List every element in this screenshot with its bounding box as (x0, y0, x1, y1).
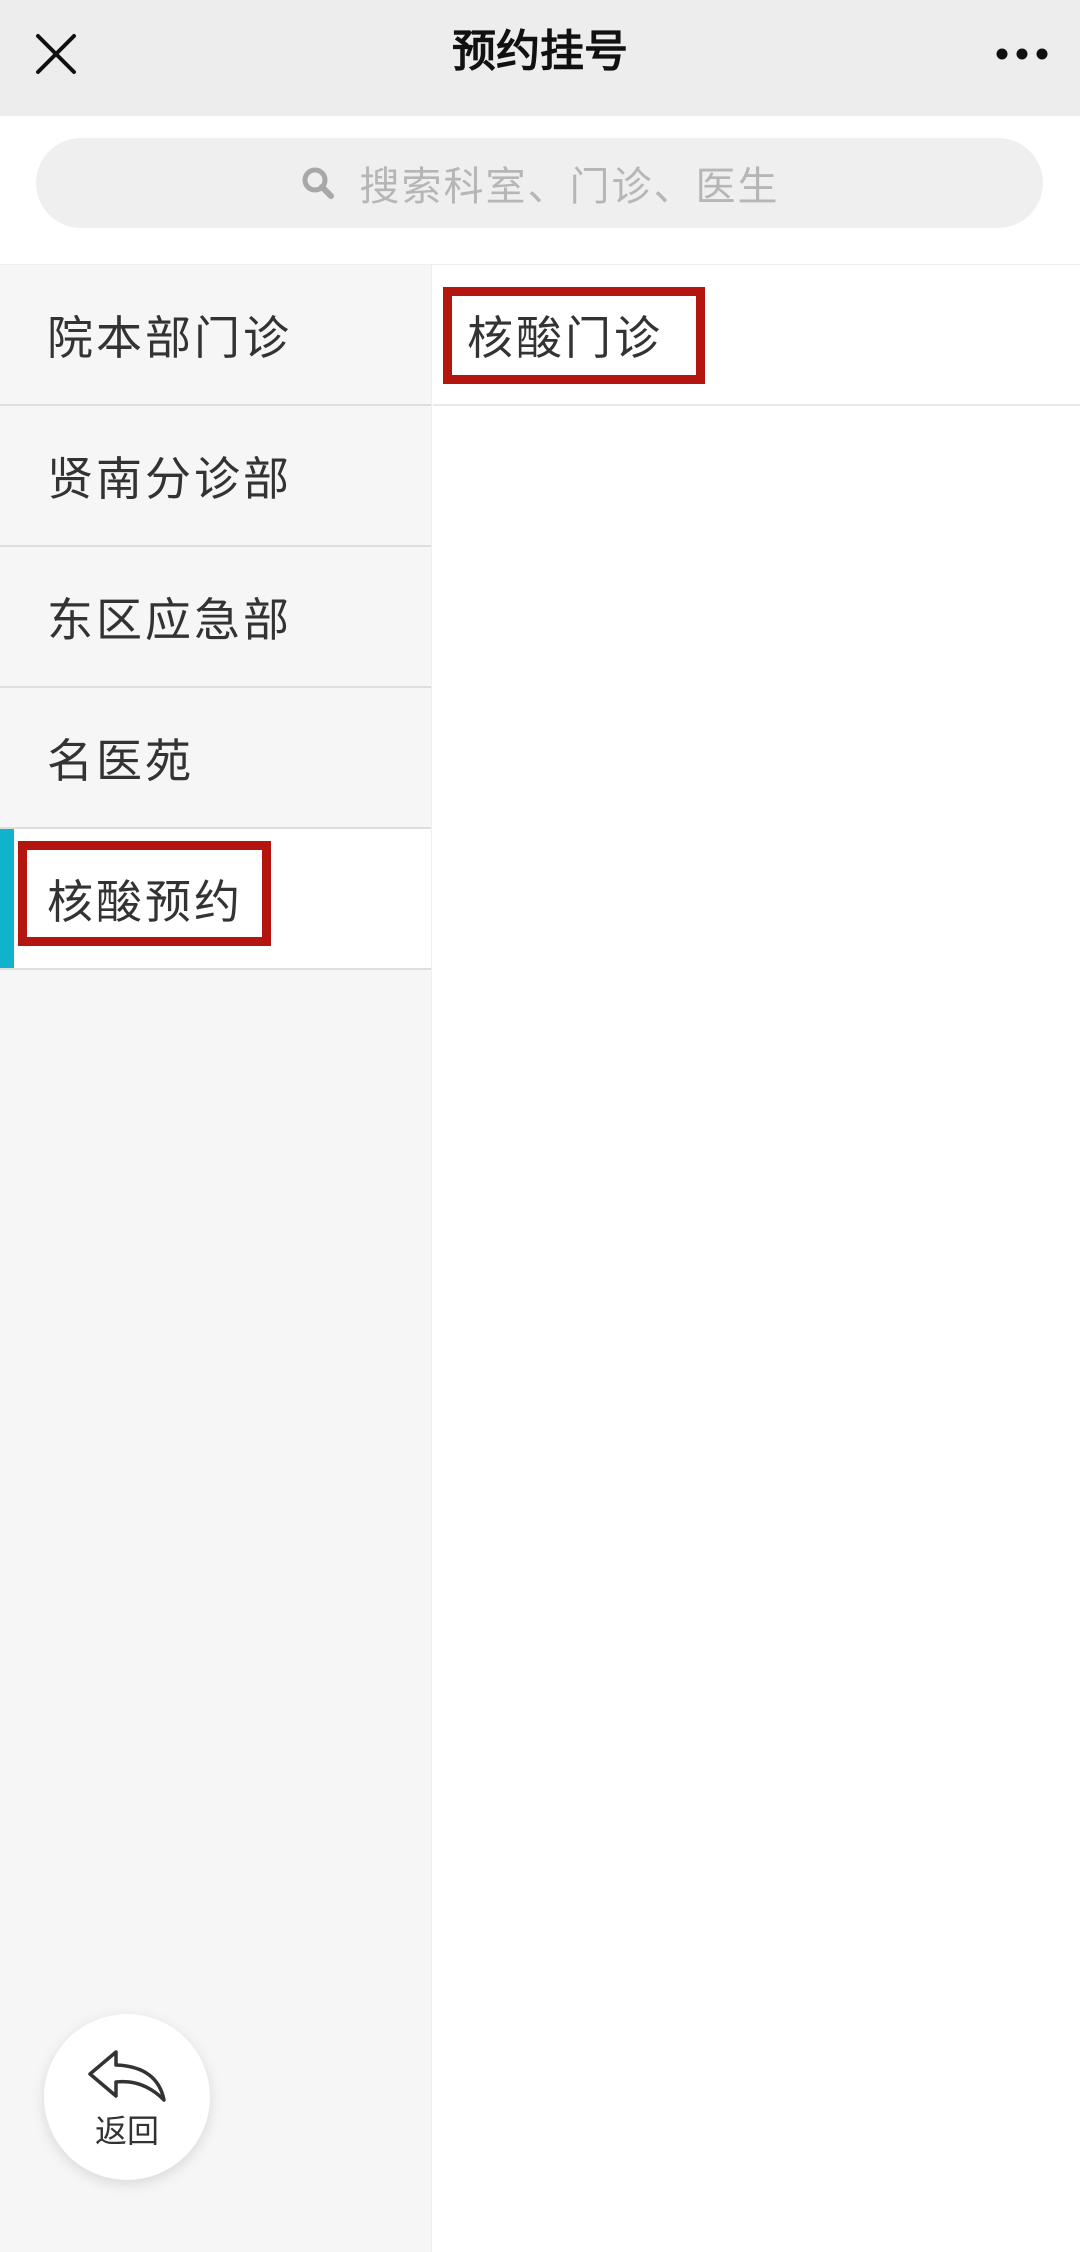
page-title: 预约挂号 (452, 26, 628, 77)
back-label: 返回 (94, 2112, 159, 2150)
close-button[interactable] (22, 20, 90, 88)
content-area: 院本部门诊 贤南分诊部 东区应急部 名医苑 核酸预约 核酸门诊 (0, 264, 1080, 2252)
search-icon (300, 165, 336, 201)
back-arrow-icon (88, 2050, 166, 2102)
list-item-label: 核酸门诊 (467, 310, 663, 365)
more-button[interactable] (984, 20, 1060, 88)
sidebar-item-xiannan-branch[interactable]: 贤南分诊部 (0, 406, 431, 547)
divider (479, 404, 1080, 406)
sidebar-item-label: 贤南分诊部 (47, 451, 292, 506)
sidebar-item-east-emergency[interactable]: 东区应急部 (0, 547, 431, 688)
back-button[interactable]: 返回 (44, 2014, 210, 2180)
sidebar-item-label: 名医苑 (47, 733, 194, 788)
active-indicator (0, 829, 14, 968)
list-item-nucleic-acid-clinic[interactable]: 核酸门诊 (433, 265, 1080, 406)
sidebar-item-nucleic-acid[interactable]: 核酸预约 (0, 829, 431, 970)
search-placeholder: 搜索科室、门诊、医生 (359, 164, 780, 210)
sidebar-item-famous-doctors[interactable]: 名医苑 (0, 688, 431, 829)
department-list: 核酸门诊 (433, 265, 1080, 2252)
sidebar-item-label: 院本部门诊 (47, 310, 292, 365)
close-icon (36, 34, 76, 74)
search-input[interactable]: 搜索科室、门诊、医生 (36, 138, 1043, 228)
more-dots-icon (996, 48, 1048, 60)
top-bar: 预约挂号 (0, 0, 1080, 116)
sidebar-item-label: 东区应急部 (47, 592, 292, 647)
sidebar-item-main-campus[interactable]: 院本部门诊 (0, 265, 431, 406)
sidebar: 院本部门诊 贤南分诊部 东区应急部 名医苑 核酸预约 (0, 265, 432, 2252)
sidebar-item-label: 核酸预约 (47, 874, 243, 929)
search-area: 搜索科室、门诊、医生 (0, 116, 1080, 264)
